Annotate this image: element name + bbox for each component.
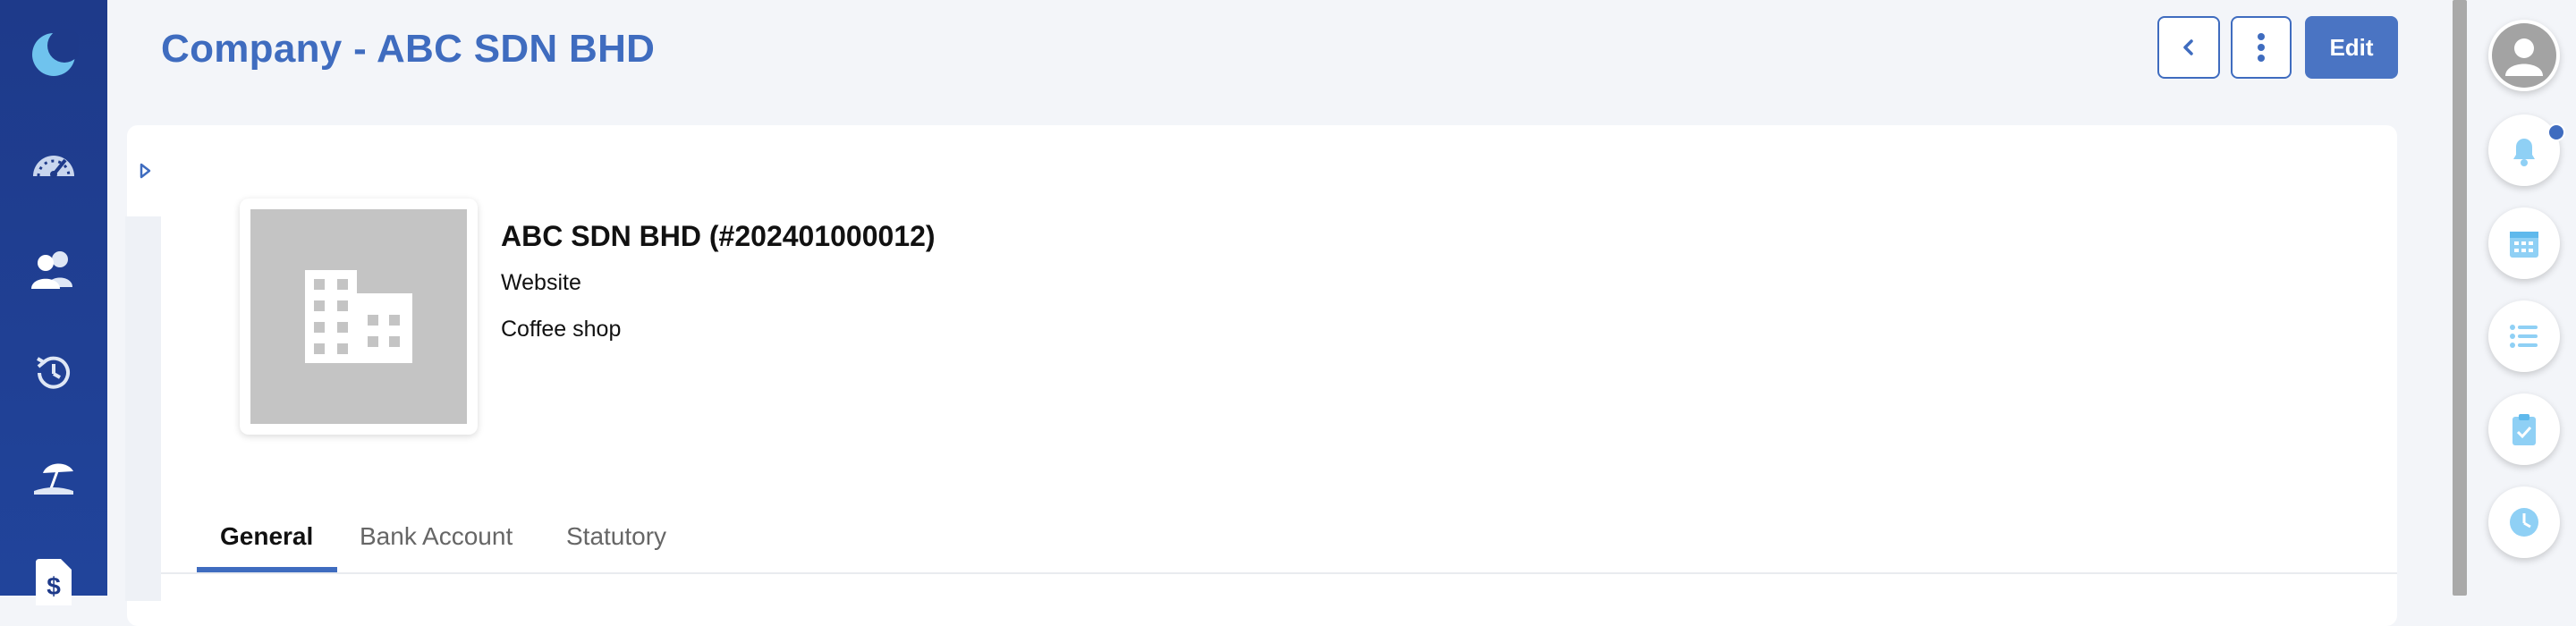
approvals-button[interactable]	[2488, 393, 2560, 465]
user-avatar[interactable]	[2488, 20, 2560, 91]
chevron-left-icon	[2183, 39, 2193, 55]
payroll-document-icon: $	[36, 559, 72, 605]
caret-right-icon	[140, 163, 151, 179]
avatar-icon	[2492, 23, 2556, 88]
expand-panel-toggle[interactable]	[136, 157, 154, 184]
edit-button[interactable]: Edit	[2305, 16, 2398, 79]
moon-logo-icon	[32, 29, 79, 76]
task-list-button[interactable]	[2488, 300, 2560, 372]
page-title: Company - ABC SDN BHD	[161, 27, 656, 71]
nav-payroll[interactable]: $	[0, 542, 107, 622]
clipboard-check-icon	[2512, 414, 2536, 445]
company-name: ABC SDN BHD (#202401000012)	[501, 220, 936, 252]
left-nav: $	[0, 0, 107, 605]
nav-attendance[interactable]	[0, 333, 107, 413]
building-icon	[305, 270, 412, 363]
tab-bank-account[interactable]: Bank Account	[360, 522, 513, 551]
tab-statutory[interactable]: Statutory	[566, 522, 666, 551]
logo-placeholder	[250, 209, 467, 424]
nav-employees[interactable]	[0, 229, 107, 309]
app-logo[interactable]	[0, 13, 107, 93]
notification-badge	[2547, 123, 2565, 141]
dashboard-gauge-icon	[33, 156, 74, 178]
tab-general[interactable]: General	[220, 522, 313, 551]
bell-icon	[2513, 139, 2535, 166]
people-icon	[31, 251, 72, 289]
svg-text:$: $	[47, 572, 61, 600]
leave-beach-icon	[34, 463, 73, 495]
nav-dashboard[interactable]	[0, 122, 107, 202]
more-options-button[interactable]	[2231, 16, 2292, 79]
company-logo[interactable]	[240, 199, 478, 435]
scrollbar-thumb[interactable]	[2453, 0, 2467, 596]
nav-leave[interactable]	[0, 436, 107, 517]
tabs-divider	[161, 572, 2397, 574]
active-tab-indicator	[197, 567, 337, 572]
more-vertical-icon	[2258, 33, 2265, 62]
calendar-icon	[2510, 232, 2538, 258]
history-clock-icon	[37, 356, 70, 389]
list-icon	[2510, 325, 2538, 348]
back-button[interactable]	[2157, 16, 2220, 79]
company-description: Coffee shop	[501, 317, 622, 342]
clock-icon	[2510, 508, 2538, 537]
panel-edge	[125, 216, 161, 601]
company-website[interactable]: Website	[501, 270, 581, 296]
calendar-button[interactable]	[2488, 207, 2560, 279]
timesheet-button[interactable]	[2488, 486, 2560, 558]
